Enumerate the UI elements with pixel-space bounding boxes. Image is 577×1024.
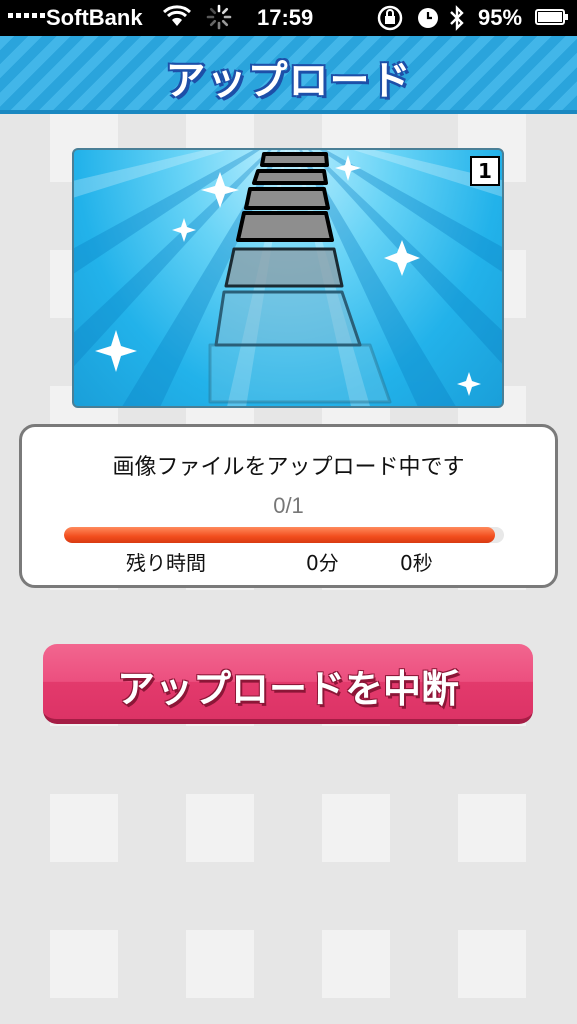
- bluetooth-icon: [448, 4, 466, 38]
- carrier-name: SoftBank: [46, 5, 143, 30]
- alarm-icon: [416, 4, 440, 36]
- page-title: アップロード: [165, 58, 412, 104]
- battery-icon: [535, 9, 568, 25]
- remaining-time-label: 残り時間: [126, 551, 206, 575]
- image-count-badge: 1: [470, 156, 500, 186]
- clock-time: 17:59: [257, 5, 314, 30]
- activity-spinner-icon: [206, 4, 232, 36]
- status-bar: SoftBank 17:59 95%: [0, 0, 577, 36]
- progress-bar-fill: [64, 527, 496, 543]
- remaining-seconds: 0秒: [400, 551, 433, 575]
- signal-icon: [8, 13, 45, 18]
- rotation-lock-icon: [376, 4, 404, 38]
- upload-preview-image: 1: [72, 148, 504, 408]
- wifi-icon: [162, 4, 192, 34]
- remaining-minutes: 0分: [306, 551, 339, 575]
- upload-status-text: 画像ファイルをアップロード中です: [112, 455, 465, 480]
- cancel-upload-label: アップロードを中断: [116, 667, 459, 711]
- upload-progress-card: 画像ファイルをアップロード中です 0/1 残り時間 0分 0秒: [19, 424, 558, 588]
- upload-count-text: 0/1: [273, 493, 304, 518]
- upload-illustration: [74, 150, 502, 406]
- cancel-upload-button[interactable]: アップロードを中断: [43, 644, 533, 724]
- progress-bar: [64, 527, 504, 543]
- header-bar: アップロード: [0, 36, 577, 114]
- battery-percentage: 95%: [478, 5, 523, 30]
